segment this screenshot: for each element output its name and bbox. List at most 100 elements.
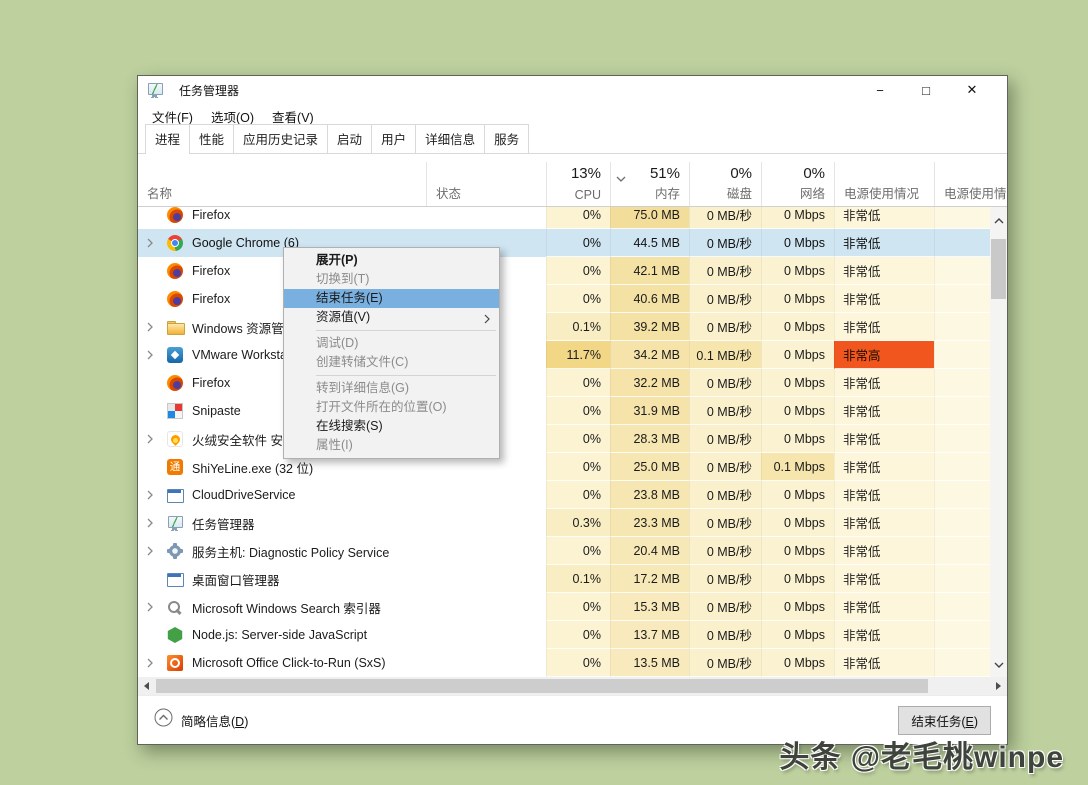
disk-cell: 0 MB/秒 [689, 207, 761, 229]
scroll-left-icon[interactable] [138, 682, 155, 690]
vertical-scrollbar[interactable] [990, 207, 1007, 677]
context-menu-item[interactable]: 切换到(T) [284, 270, 499, 289]
process-name: Snipaste [192, 404, 241, 418]
disk-cell: 0 MB/秒 [689, 229, 761, 257]
tab[interactable]: 服务 [484, 124, 529, 153]
firefox-icon [167, 291, 183, 307]
process-name: CloudDriveService [192, 488, 296, 502]
network-cell: 0 Mbps [761, 369, 834, 397]
end-task-button[interactable]: 结束任务(E) [898, 706, 991, 735]
network-cell: 0 Mbps [761, 285, 834, 313]
status-cell [426, 621, 546, 649]
process-row[interactable]: Microsoft Windows Search 索引器0%15.3 MB0 M… [138, 593, 1007, 621]
details-toggle-label: 简略信息(D) [181, 711, 248, 730]
maximize-button[interactable]: □ [903, 76, 949, 104]
power-usage-cell: 非常低 [834, 397, 934, 425]
network-column-header[interactable]: 0% 网络 [761, 162, 834, 206]
cpu-cell: 0% [546, 397, 610, 425]
memory-cell: 75.0 MB [610, 207, 689, 229]
process-row[interactable]: Firefox0%40.6 MB0 MB/秒0 Mbps非常低 [138, 285, 1007, 313]
expand-chevron-icon[interactable] [147, 546, 161, 556]
expand-chevron-icon[interactable] [147, 434, 161, 444]
process-row[interactable]: Windows 资源管理器0.1%39.2 MB0 MB/秒0 Mbps非常低 [138, 313, 1007, 341]
cpu-column-header[interactable]: 13% CPU [546, 162, 610, 206]
disk-cell: 0 MB/秒 [689, 649, 761, 677]
context-menu-item[interactable]: 调试(D) [284, 334, 499, 353]
minimize-button[interactable]: − [857, 76, 903, 104]
context-menu-item[interactable]: 转到详细信息(G) [284, 379, 499, 398]
process-row[interactable]: Firefox0%42.1 MB0 MB/秒0 Mbps非常低 [138, 257, 1007, 285]
process-row[interactable]: 任务管理器0.3%23.3 MB0 MB/秒0 Mbps非常低 [138, 509, 1007, 537]
expand-chevron-icon[interactable] [147, 322, 161, 332]
process-name: Firefox [192, 208, 230, 222]
name-column-header[interactable]: 名称 [138, 162, 426, 206]
memory-cell: 34.2 MB [610, 341, 689, 369]
expand-chevron-icon[interactable] [147, 658, 161, 668]
process-row[interactable]: Firefox0%75.0 MB0 MB/秒0 Mbps非常低 [138, 207, 1007, 229]
context-menu-item[interactable]: 属性(I) [284, 436, 499, 455]
process-row[interactable]: Node.js: Server-side JavaScript0%13.7 MB… [138, 621, 1007, 649]
memory-column-header[interactable]: 51% 内存 [610, 162, 689, 206]
scroll-down-icon[interactable] [994, 655, 1004, 673]
context-menu: 展开(P)切换到(T)结束任务(E)资源值(V) 调试(D)创建转储文件(C) 转到… [283, 247, 500, 459]
expand-chevron-icon[interactable] [147, 238, 161, 248]
huorong-icon [167, 431, 183, 447]
process-row[interactable]: 火绒安全软件 安全服务0%28.3 MB0 MB/秒0 Mbps非常低 [138, 425, 1007, 453]
horizontal-scrollbar[interactable] [138, 677, 1007, 695]
vertical-scrollbar-thumb[interactable] [991, 239, 1006, 299]
context-menu-item[interactable]: 在线搜索(S) [284, 417, 499, 436]
search-icon [167, 599, 183, 615]
power-usage-cell: 非常低 [834, 481, 934, 509]
tab[interactable]: 性能 [189, 124, 234, 153]
expand-chevron-icon[interactable] [147, 490, 161, 500]
process-name: Microsoft Office Click-to-Run (SxS) [192, 656, 386, 670]
expand-chevron-icon[interactable] [147, 518, 161, 528]
power-usage-column-header[interactable]: 电源使用情况 [834, 162, 934, 206]
context-menu-item[interactable]: 创建转储文件(C) [284, 353, 499, 372]
process-row[interactable]: CloudDriveService0%23.8 MB0 MB/秒0 Mbps非常… [138, 481, 1007, 509]
power-usage-cell: 非常低 [834, 621, 934, 649]
process-row[interactable]: Firefox0%32.2 MB0 MB/秒0 Mbps非常低 [138, 369, 1007, 397]
context-menu-item[interactable]: 结束任务(E) [284, 289, 499, 308]
status-column-header[interactable]: 状态 [426, 162, 546, 206]
process-row[interactable]: 桌面窗口管理器0.1%17.2 MB0 MB/秒0 Mbps非常低 [138, 565, 1007, 593]
process-row[interactable]: Snipaste0%31.9 MB0 MB/秒0 Mbps非常低 [138, 397, 1007, 425]
tab[interactable]: 进程 [145, 124, 190, 153]
context-menu-item[interactable]: 资源值(V) [284, 308, 499, 327]
power-trend-column-header[interactable]: 电源使用情况 [934, 162, 1007, 206]
expand-chevron-icon[interactable] [147, 350, 161, 360]
horizontal-scrollbar-thumb[interactable] [156, 679, 928, 693]
details-toggle[interactable]: 简略信息(D) [154, 708, 248, 732]
power-usage-cell: 非常低 [834, 565, 934, 593]
collapse-details-icon [154, 708, 173, 732]
tab[interactable]: 用户 [371, 124, 416, 153]
process-name-cell: Microsoft Office Click-to-Run (SxS) [138, 649, 426, 677]
process-name: 任务管理器 [192, 514, 255, 533]
scroll-up-icon[interactable] [994, 211, 1004, 229]
power-usage-cell: 非常高 [834, 341, 934, 369]
process-row[interactable]: 服务主机: Diagnostic Policy Service0%20.4 MB… [138, 537, 1007, 565]
tab[interactable]: 启动 [327, 124, 372, 153]
disk-column-header[interactable]: 0% 磁盘 [689, 162, 761, 206]
close-button[interactable]: ✕ [949, 76, 995, 104]
memory-cell: 15.3 MB [610, 593, 689, 621]
disk-cell: 0 MB/秒 [689, 369, 761, 397]
scroll-right-icon[interactable] [990, 682, 1007, 690]
process-row[interactable]: Microsoft Office Click-to-Run (SxS)0%13.… [138, 649, 1007, 677]
tab[interactable]: 详细信息 [415, 124, 485, 153]
process-row[interactable]: Google Chrome (6)0%44.5 MB0 MB/秒0 Mbps非常… [138, 229, 1007, 257]
process-row[interactable]: 通ShiYeLine.exe (32 位)0%25.0 MB0 MB/秒0.1 … [138, 453, 1007, 481]
status-cell [426, 509, 546, 537]
disk-cell: 0 MB/秒 [689, 453, 761, 481]
tab[interactable]: 应用历史记录 [233, 124, 328, 153]
power-usage-cell: 非常低 [834, 369, 934, 397]
context-menu-item[interactable]: 打开文件所在的位置(O) [284, 398, 499, 417]
context-menu-item[interactable]: 展开(P) [284, 251, 499, 270]
firefox-icon [167, 263, 183, 279]
cpu-cell: 0% [546, 257, 610, 285]
process-name-cell: 服务主机: Diagnostic Policy Service [138, 537, 426, 565]
network-cell: 0 Mbps [761, 593, 834, 621]
appwin-icon [167, 487, 183, 503]
expand-chevron-icon[interactable] [147, 602, 161, 612]
process-row[interactable]: VMware Workstation11.7%34.2 MB0.1 MB/秒0 … [138, 341, 1007, 369]
